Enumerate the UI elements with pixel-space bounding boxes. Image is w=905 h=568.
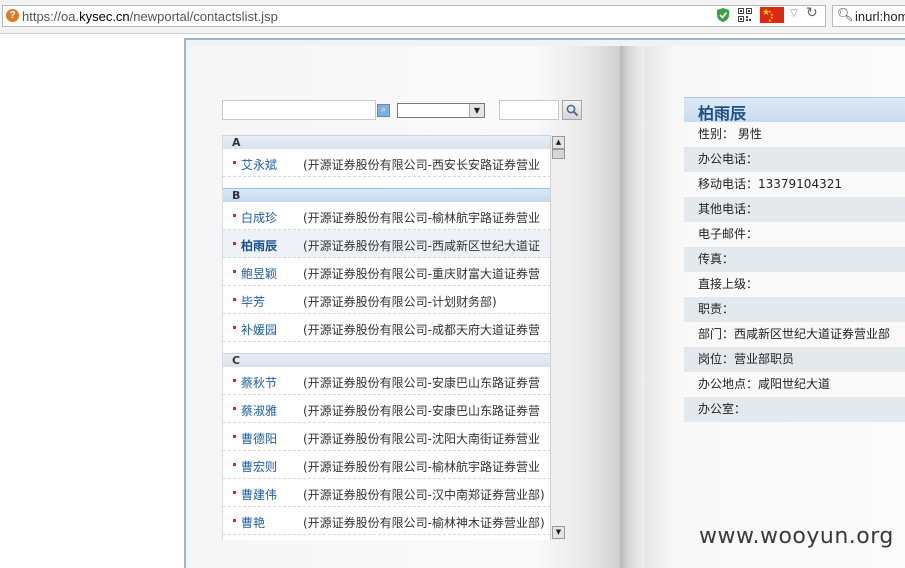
contacts-scrollbar[interactable]: ▲ ▼ — [550, 135, 566, 540]
contact-name-link[interactable]: 曹宏则 — [241, 458, 277, 475]
keyword-search-input[interactable] — [222, 100, 376, 120]
bullet-icon — [233, 379, 236, 382]
contact-name-link[interactable]: 白成珍 — [241, 209, 277, 226]
contact-name-link[interactable]: 曹德阳 — [241, 430, 277, 447]
bullet-icon — [233, 242, 236, 245]
contact-name-link[interactable]: 曹建伟 — [241, 486, 277, 503]
contact-detail-field: 职责： — [684, 297, 905, 322]
book-spine — [620, 46, 644, 568]
dropdown-arrow-icon[interactable]: ▽ — [790, 8, 802, 24]
contact-row[interactable]: 蔡秋节 (开源证券股份有限公司-安康巴山东路证券营 — [223, 367, 551, 395]
bullet-icon — [233, 298, 236, 301]
browser-toolbar: ? https://oa.kysec.cn/newportal/contacts… — [0, 0, 905, 34]
contacts-list[interactable]: A 艾永斌 (开源证券股份有限公司-西安长安路证券营业 B 白成珍 (开源证券股份有限公司… — [222, 135, 551, 540]
contact-detail-field: 直接上级： — [684, 272, 905, 297]
group-header-c: C — [223, 353, 551, 367]
reload-icon[interactable]: ↻ — [806, 5, 820, 21]
shield-icon[interactable] — [716, 7, 730, 23]
contact-detail-field: 其他电话： — [684, 197, 905, 222]
contact-detail-field: 岗位：营业部职员 — [684, 347, 905, 372]
search-icon: 🔍︎ — [837, 8, 854, 23]
contact-name-link[interactable]: 柏雨辰 — [241, 237, 277, 254]
bullet-icon — [233, 463, 236, 466]
contact-organization: (开源证券股份有限公司-计划财务部) — [303, 295, 497, 309]
url-text[interactable]: https://oa.kysec.cn/newportal/contactsli… — [22, 9, 278, 24]
contact-row[interactable]: 柏雨辰 (开源证券股份有限公司-西咸新区世纪大道证 — [223, 230, 551, 258]
contact-row[interactable]: 曹阳(开源证券股份有限公司-重庆财富大道证券营 — [223, 535, 551, 540]
contact-row[interactable]: 曹宏则 (开源证券股份有限公司-榆林航宇路证券营业 — [223, 451, 551, 479]
contact-row[interactable]: 曹德阳 (开源证券股份有限公司-沈阳大南街证券营业 — [223, 423, 551, 451]
contact-detail-header: 柏雨辰 — [684, 97, 905, 123]
scroll-down-icon[interactable]: ▼ — [552, 526, 565, 539]
contact-detail-field: 性别： 男性 — [684, 122, 905, 147]
name-search-input[interactable] — [499, 100, 559, 120]
contact-detail-fields: 性别： 男性 办公电话： 移动电话：13379104321 其他电话： 电子邮件： 传真：… — [684, 122, 905, 422]
china-flag-icon[interactable]: ★ ★ ★ ★ ★ — [760, 7, 784, 23]
scroll-up-icon[interactable]: ▲ — [552, 136, 565, 149]
bullet-icon — [233, 270, 236, 273]
contact-organization: (开源证券股份有限公司-重庆财富大道证券营 — [303, 267, 541, 281]
contact-detail-field: 办公电话： — [684, 147, 905, 172]
contact-detail-field: 办公室： — [684, 397, 905, 422]
contact-detail-field: 传真： — [684, 247, 905, 272]
contact-row[interactable]: 毕芳 (开源证券股份有限公司-计划财务部) — [223, 286, 551, 314]
contact-organization: (开源证券股份有限公司-安康巴山东路证券营 — [303, 376, 541, 390]
keyword-search-button[interactable]: ⌕ — [377, 104, 390, 117]
contact-name-link[interactable]: 曹艳 — [241, 514, 265, 531]
qr-code-icon[interactable] — [738, 7, 752, 23]
bullet-icon — [233, 435, 236, 438]
contact-row[interactable]: 白成珍 (开源证券股份有限公司-榆林航宇路证券营业 — [223, 202, 551, 230]
contact-name-link[interactable]: 毕芳 — [241, 293, 265, 310]
contact-name-link[interactable]: 蔡淑雅 — [241, 402, 277, 419]
contact-organization: (开源证券股份有限公司-西安长安路证券营业 — [303, 158, 541, 172]
contact-name-link[interactable]: 鲍昱颖 — [241, 265, 277, 282]
contact-row[interactable]: 曹艳 (开源证券股份有限公司-榆林神木证券营业部) — [223, 507, 551, 535]
contact-row[interactable]: 曹建伟 (开源证券股份有限公司-汉中南郑证券营业部) — [223, 479, 551, 507]
contact-name-link[interactable]: 蔡秋节 — [241, 374, 277, 391]
group-header-b: B — [223, 188, 551, 202]
contact-detail-field: 办公地点：咸阳世纪大道 — [684, 372, 905, 397]
bullet-icon — [233, 214, 236, 217]
magnifier-icon — [566, 104, 578, 117]
bullet-icon — [233, 161, 236, 164]
bullet-icon — [233, 326, 236, 329]
contact-organization: (开源证券股份有限公司-沈阳大南街证券营业 — [303, 432, 541, 446]
contact-organization: (开源证券股份有限公司-安康巴山东路证券营 — [303, 404, 541, 418]
contact-row[interactable]: 蔡淑雅 (开源证券股份有限公司-安康巴山东路证券营 — [223, 395, 551, 423]
contact-detail-field: 电子邮件： — [684, 222, 905, 247]
contact-organization: (开源证券股份有限公司-榆林神木证券营业部) — [303, 516, 545, 530]
contact-row[interactable]: 艾永斌 (开源证券股份有限公司-西安长安路证券营业 — [223, 149, 551, 177]
name-search-button[interactable] — [562, 100, 582, 120]
contact-detail-field: 部门：西咸新区世纪大道证券营业部 — [684, 322, 905, 347]
contact-name-link[interactable]: 补媛园 — [241, 321, 277, 338]
scroll-thumb[interactable] — [552, 149, 565, 159]
contact-organization: (开源证券股份有限公司-汉中南郑证券营业部) — [303, 488, 545, 502]
contact-detail-field: 移动电话：13379104321 — [684, 172, 905, 197]
contact-organization: (开源证券股份有限公司-榆林航宇路证券营业 — [303, 211, 541, 225]
contact-organization: (开源证券股份有限公司-西咸新区世纪大道证 — [303, 239, 541, 253]
address-bar[interactable]: ? https://oa.kysec.cn/newportal/contacts… — [2, 5, 826, 27]
group-header-a: A — [223, 135, 551, 149]
organization-select[interactable]: ▼ — [397, 103, 485, 118]
site-info-icon[interactable]: ? — [6, 9, 19, 22]
contact-row[interactable]: 鲍昱颖 (开源证券股份有限公司-重庆财富大道证券营 — [223, 258, 551, 286]
bullet-icon — [233, 519, 236, 522]
contact-organization: (开源证券股份有限公司-榆林航宇路证券营业 — [303, 460, 541, 474]
browser-search-box[interactable]: 🔍︎ inurl:hom — [832, 5, 905, 27]
bullet-icon — [233, 407, 236, 410]
contact-name-link[interactable]: 艾永斌 — [241, 156, 277, 173]
bullet-icon — [233, 491, 236, 494]
watermark: www.wooyun.org — [699, 524, 894, 549]
chevron-down-icon[interactable]: ▼ — [469, 104, 484, 117]
contact-organization: (开源证券股份有限公司-成都天府大道证券营 — [303, 323, 541, 337]
browser-search-text[interactable]: inurl:hom — [855, 9, 905, 24]
contact-detail-name: 柏雨辰 — [698, 104, 747, 123]
contact-row[interactable]: 补媛园 (开源证券股份有限公司-成都天府大道证券营 — [223, 314, 551, 342]
